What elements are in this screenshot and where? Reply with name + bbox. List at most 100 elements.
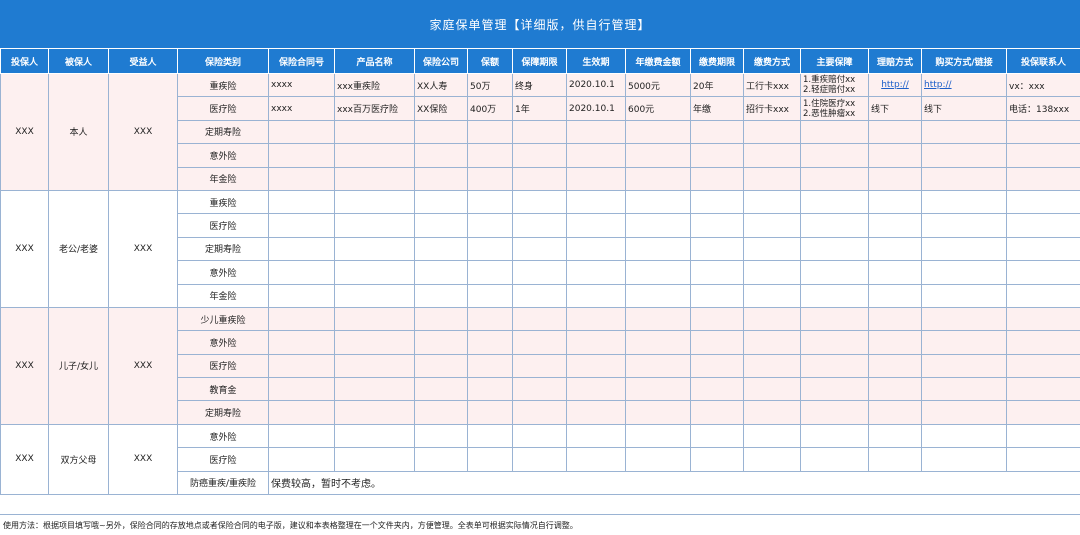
empty-cell[interactable] bbox=[512, 260, 567, 285]
empty-cell[interactable] bbox=[268, 119, 335, 145]
empty-cell[interactable] bbox=[625, 166, 691, 191]
empty-cell[interactable] bbox=[566, 236, 626, 262]
category-cell[interactable]: 教育金 bbox=[177, 377, 269, 402]
empty-cell[interactable] bbox=[334, 283, 415, 308]
empty-cell[interactable] bbox=[1006, 213, 1080, 238]
category-cell[interactable]: 防癌重疾/重疾险 bbox=[177, 470, 269, 496]
empty-cell[interactable] bbox=[690, 166, 744, 191]
insured-cell[interactable]: 本人 bbox=[48, 73, 109, 191]
policyholder-cell[interactable]: XXX bbox=[0, 423, 49, 496]
empty-cell[interactable] bbox=[743, 330, 801, 355]
empty-cell[interactable] bbox=[334, 166, 415, 191]
empty-cell[interactable] bbox=[467, 166, 513, 191]
amount-cell[interactable]: 50万 bbox=[467, 72, 513, 98]
empty-cell[interactable] bbox=[800, 377, 869, 402]
empty-cell[interactable] bbox=[268, 283, 335, 308]
empty-cell[interactable] bbox=[1006, 400, 1080, 425]
empty-cell[interactable] bbox=[334, 447, 415, 472]
empty-cell[interactable] bbox=[467, 189, 513, 215]
empty-cell[interactable] bbox=[268, 260, 335, 285]
empty-cell[interactable] bbox=[1006, 189, 1080, 215]
empty-cell[interactable] bbox=[334, 189, 415, 215]
empty-cell[interactable] bbox=[414, 400, 468, 425]
empty-cell[interactable] bbox=[743, 283, 801, 308]
empty-cell[interactable] bbox=[414, 166, 468, 191]
empty-cell[interactable] bbox=[625, 236, 691, 262]
contact-cell[interactable]: vx：xxx bbox=[1006, 72, 1080, 98]
insured-cell[interactable]: 老公/老婆 bbox=[48, 189, 109, 308]
empty-cell[interactable] bbox=[566, 377, 626, 402]
empty-cell[interactable] bbox=[690, 423, 744, 449]
empty-cell[interactable] bbox=[1006, 447, 1080, 472]
amount-cell[interactable]: 400万 bbox=[467, 96, 513, 121]
empty-cell[interactable] bbox=[414, 119, 468, 145]
empty-cell[interactable] bbox=[921, 330, 1007, 355]
empty-cell[interactable] bbox=[334, 423, 415, 449]
empty-cell[interactable] bbox=[268, 330, 335, 355]
contract-cell[interactable]: xxxx bbox=[268, 72, 335, 98]
empty-cell[interactable] bbox=[268, 213, 335, 238]
category-cell[interactable]: 定期寿险 bbox=[177, 119, 269, 145]
empty-cell[interactable] bbox=[868, 166, 922, 191]
empty-cell[interactable] bbox=[512, 353, 567, 379]
empty-cell[interactable] bbox=[512, 143, 567, 168]
empty-cell[interactable] bbox=[868, 423, 922, 449]
empty-cell[interactable] bbox=[921, 143, 1007, 168]
empty-cell[interactable] bbox=[868, 283, 922, 308]
pay-period-cell[interactable]: 年缴 bbox=[690, 96, 744, 121]
empty-cell[interactable] bbox=[743, 119, 801, 145]
empty-cell[interactable] bbox=[690, 260, 744, 285]
empty-cell[interactable] bbox=[921, 283, 1007, 308]
empty-cell[interactable] bbox=[512, 306, 567, 332]
empty-cell[interactable] bbox=[625, 213, 691, 238]
empty-cell[interactable] bbox=[566, 447, 626, 472]
empty-cell[interactable] bbox=[334, 119, 415, 145]
empty-cell[interactable] bbox=[512, 377, 567, 402]
product-cell[interactable]: xxx重疾险 bbox=[334, 72, 415, 98]
empty-cell[interactable] bbox=[268, 447, 335, 472]
empty-cell[interactable] bbox=[1006, 119, 1080, 145]
empty-cell[interactable] bbox=[800, 306, 869, 332]
empty-cell[interactable] bbox=[625, 189, 691, 215]
empty-cell[interactable] bbox=[512, 330, 567, 355]
empty-cell[interactable] bbox=[743, 236, 801, 262]
empty-cell[interactable] bbox=[690, 330, 744, 355]
empty-cell[interactable] bbox=[566, 119, 626, 145]
empty-cell[interactable] bbox=[743, 400, 801, 425]
empty-cell[interactable] bbox=[800, 423, 869, 449]
empty-cell[interactable] bbox=[566, 353, 626, 379]
empty-cell[interactable] bbox=[625, 283, 691, 308]
empty-cell[interactable] bbox=[743, 213, 801, 238]
effective-cell[interactable]: 2020.10.1 bbox=[566, 72, 626, 98]
empty-cell[interactable] bbox=[467, 306, 513, 332]
empty-cell[interactable] bbox=[467, 353, 513, 379]
empty-cell[interactable] bbox=[268, 166, 335, 191]
company-cell[interactable]: XX保险 bbox=[414, 96, 468, 121]
policyholder-cell[interactable]: XXX bbox=[0, 73, 49, 191]
empty-cell[interactable] bbox=[566, 306, 626, 332]
pay-period-cell[interactable]: 20年 bbox=[690, 72, 744, 98]
empty-cell[interactable] bbox=[625, 143, 691, 168]
empty-cell[interactable] bbox=[268, 306, 335, 332]
empty-cell[interactable] bbox=[566, 400, 626, 425]
empty-cell[interactable] bbox=[1006, 330, 1080, 355]
policyholder-cell[interactable]: XXX bbox=[0, 189, 49, 308]
empty-cell[interactable] bbox=[868, 143, 922, 168]
empty-cell[interactable] bbox=[743, 189, 801, 215]
empty-cell[interactable] bbox=[512, 189, 567, 215]
coverage-cell[interactable]: 1.重疾赔付xx 2.轻症赔付xx bbox=[800, 72, 869, 98]
company-cell[interactable]: XX人寿 bbox=[414, 72, 468, 98]
empty-cell[interactable] bbox=[868, 377, 922, 402]
empty-cell[interactable] bbox=[800, 400, 869, 425]
empty-cell[interactable] bbox=[268, 400, 335, 425]
category-cell[interactable]: 定期寿险 bbox=[177, 400, 269, 425]
empty-cell[interactable] bbox=[625, 260, 691, 285]
empty-cell[interactable] bbox=[800, 213, 869, 238]
empty-cell[interactable] bbox=[467, 260, 513, 285]
empty-cell[interactable] bbox=[800, 166, 869, 191]
empty-cell[interactable] bbox=[743, 166, 801, 191]
empty-cell[interactable] bbox=[414, 306, 468, 332]
empty-cell[interactable] bbox=[467, 143, 513, 168]
empty-cell[interactable] bbox=[1006, 260, 1080, 285]
empty-cell[interactable] bbox=[868, 189, 922, 215]
